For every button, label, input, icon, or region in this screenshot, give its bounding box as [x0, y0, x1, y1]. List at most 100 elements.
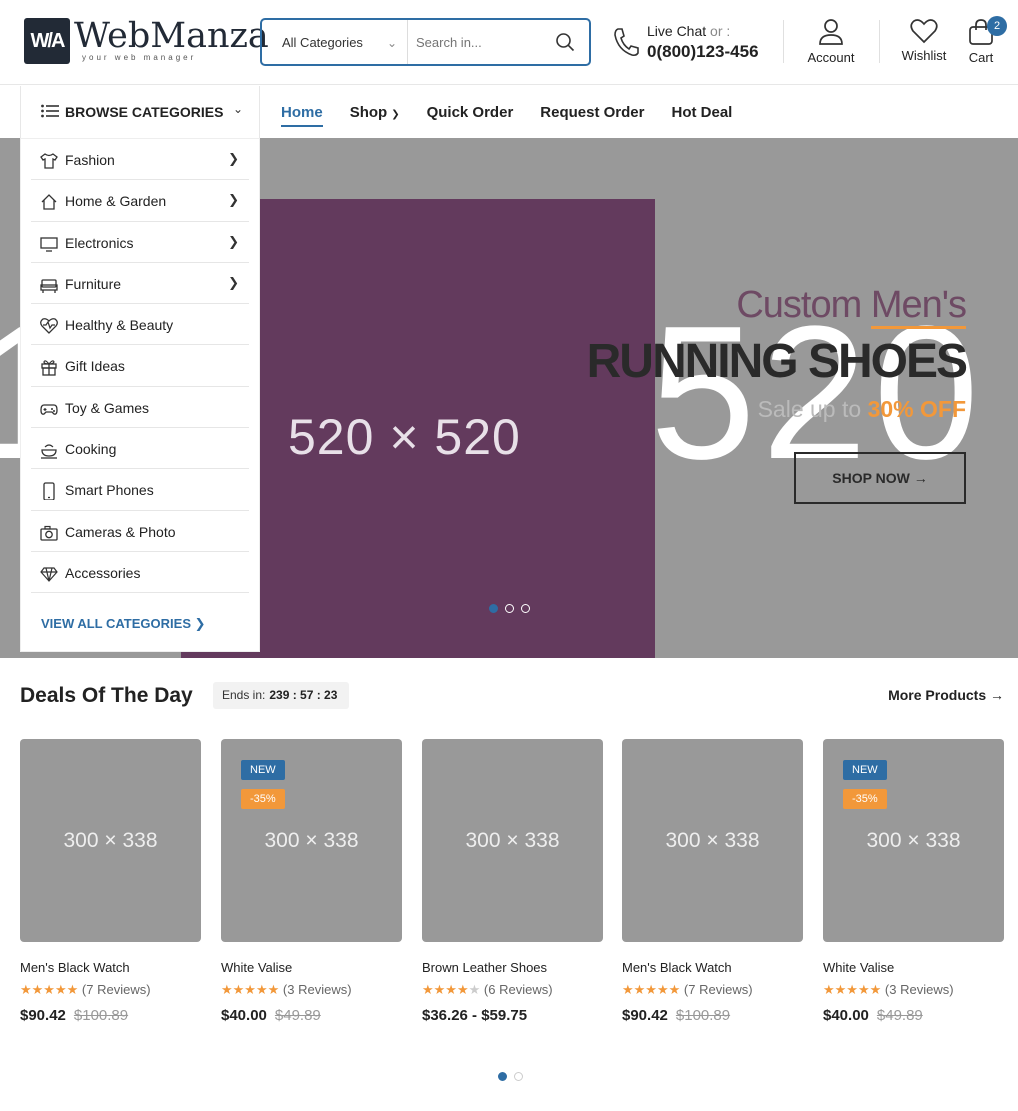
discount-badge: -35%	[241, 789, 285, 809]
browse-categories-toggle[interactable]: BROWSE CATEGORIES ⌄	[20, 86, 260, 138]
camera-icon	[40, 525, 58, 541]
discount-badge: -35%	[843, 789, 887, 809]
product-name[interactable]: Brown Leather Shoes	[422, 960, 603, 975]
product-image[interactable]: 300 × 338 NEW -35%	[823, 739, 1004, 942]
search-bar: All Categories ⌄	[260, 18, 591, 66]
diamond-icon	[40, 567, 58, 582]
category-label: Cameras & Photo	[65, 523, 176, 540]
old-price: $49.89	[876, 1007, 923, 1024]
nav-quick-order[interactable]: Quick Order	[427, 104, 514, 121]
category-item[interactable]: Gift Ideas	[31, 345, 249, 387]
product-rating: ★★★★★ (7 Reviews)	[622, 982, 803, 998]
product-name[interactable]: Men's Black Watch	[622, 960, 803, 975]
search-button[interactable]	[555, 32, 575, 52]
product-card[interactable]: 300 × 338 Men's Black Watch ★★★★★ (7 Revie…	[622, 739, 803, 1024]
product-image-placeholder: 300 × 338	[264, 829, 359, 852]
product-card[interactable]: 300 × 338 Brown Leather Shoes ★★★★★ (6 Rev…	[422, 739, 603, 1024]
hero-sale-prefix: Sale up to	[757, 396, 862, 422]
category-item[interactable]: Cooking	[31, 428, 249, 470]
more-products-link[interactable]: More Products →	[888, 687, 1004, 703]
category-item[interactable]: Cameras & Photo	[31, 511, 249, 552]
current-price: $40.00	[823, 1007, 869, 1024]
product-image[interactable]: 300 × 338 NEW -35%	[221, 739, 402, 942]
hero-subtitle-b: Men's	[870, 284, 967, 329]
sofa-icon	[40, 279, 58, 293]
review-count[interactable]: (6 Reviews)	[484, 982, 553, 997]
category-item[interactable]: Toy & Games	[31, 387, 249, 429]
product-image[interactable]: 300 × 338	[20, 739, 201, 942]
hero-placeholder-text: 520 × 520	[288, 409, 521, 465]
chevron-right-icon: ❯	[228, 233, 239, 249]
shirt-icon	[40, 153, 58, 169]
product-rating: ★★★★★ (6 Reviews)	[422, 982, 603, 998]
product-image[interactable]: 300 × 338	[622, 739, 803, 942]
hero-dot-2[interactable]	[505, 604, 514, 613]
star-rating-icon: ★★★★★	[221, 982, 280, 997]
view-all-label: VIEW ALL CATEGORIES	[41, 616, 191, 631]
countdown-timer: 239 : 57 : 23	[269, 688, 338, 702]
product-rating: ★★★★★ (7 Reviews)	[20, 982, 201, 998]
category-item[interactable]: Home & Garden ❯	[31, 180, 249, 222]
cart-count-badge: 2	[987, 16, 1007, 36]
search-category-select[interactable]: All Categories ⌄	[262, 20, 408, 64]
category-item[interactable]: Furniture ❯	[31, 263, 249, 305]
category-label: Home & Garden	[65, 193, 167, 210]
category-label: Furniture	[65, 275, 122, 292]
nav-hot-deal[interactable]: Hot Deal	[671, 104, 732, 121]
chevron-right-icon: ❯	[228, 192, 239, 208]
search-input[interactable]	[410, 24, 540, 60]
category-label: Healthy & Beauty	[65, 317, 174, 334]
hero-dot-1[interactable]	[489, 604, 498, 613]
nav-request-order[interactable]: Request Order	[540, 104, 644, 121]
product-card[interactable]: 300 × 338 NEW -35% White Valise ★★★★★ (3 Rev…	[221, 739, 402, 1024]
hero-subtitle-a: Custom	[736, 284, 862, 326]
category-item[interactable]: Fashion ❯	[31, 139, 249, 181]
view-all-categories-link[interactable]: VIEW ALL CATEGORIES ❯	[41, 616, 206, 632]
wishlist-label: Wishlist	[901, 48, 947, 63]
old-price: $49.89	[274, 1007, 321, 1024]
hero-sale-text: Sale up to 30% OFF	[758, 396, 966, 423]
category-item[interactable]: Accessories	[31, 552, 249, 594]
current-price: $36.26 - $59.75	[422, 1007, 528, 1024]
phone-icon	[614, 28, 639, 57]
review-count[interactable]: (3 Reviews)	[283, 982, 352, 997]
hero-dot-3[interactable]	[521, 604, 530, 613]
review-count[interactable]: (7 Reviews)	[82, 982, 151, 997]
product-card[interactable]: 300 × 338 NEW -35% White Valise ★★★★★ (3 Rev…	[823, 739, 1004, 1024]
category-item[interactable]: Healthy & Beauty	[31, 304, 249, 346]
category-label: Toy & Games	[65, 399, 150, 416]
wishlist-button[interactable]: Wishlist	[894, 18, 954, 68]
product-price: $90.42 $100.89	[622, 1007, 803, 1024]
list-icon	[41, 104, 59, 118]
review-count[interactable]: (7 Reviews)	[684, 982, 753, 997]
cart-button[interactable]: 2 Cart	[951, 16, 1011, 68]
shop-now-button[interactable]: SHOP NOW →	[794, 452, 966, 504]
site-logo[interactable]: W/A WebManza your web manager	[24, 16, 269, 66]
category-item[interactable]: Electronics ❯	[31, 222, 249, 263]
category-label: Accessories	[65, 564, 141, 581]
nav-home[interactable]: Home	[281, 104, 323, 127]
category-label: Fashion	[65, 152, 115, 168]
product-name[interactable]: Men's Black Watch	[20, 960, 201, 975]
user-icon	[819, 19, 843, 45]
deals-dot-1[interactable]	[498, 1072, 507, 1081]
review-count[interactable]: (3 Reviews)	[885, 982, 954, 997]
product-image[interactable]: 300 × 338	[422, 739, 603, 942]
heart-pulse-icon	[40, 318, 58, 335]
category-label: Gift Ideas	[65, 358, 125, 375]
category-item[interactable]: Smart Phones	[31, 469, 249, 511]
countdown-box: Ends in: 239 : 57 : 23	[213, 682, 349, 709]
smartphone-icon	[43, 482, 55, 501]
product-card[interactable]: 300 × 338 Men's Black Watch ★★★★★ (7 Revie…	[20, 739, 201, 1024]
live-chat[interactable]: Live Chat or : 0(800)123-456	[612, 22, 772, 66]
star-rating-icon: ★★★★★	[823, 982, 882, 997]
category-label: Smart Phones	[65, 482, 154, 499]
product-name[interactable]: White Valise	[823, 960, 1004, 975]
account-button[interactable]: Account	[801, 18, 861, 68]
product-name[interactable]: White Valise	[221, 960, 402, 975]
gift-icon	[41, 360, 57, 377]
category-label: Cooking	[65, 441, 117, 458]
deals-dot-2[interactable]	[514, 1072, 523, 1081]
nav-shop[interactable]: Shop ❯	[350, 104, 400, 121]
live-chat-or: or :	[710, 23, 731, 39]
